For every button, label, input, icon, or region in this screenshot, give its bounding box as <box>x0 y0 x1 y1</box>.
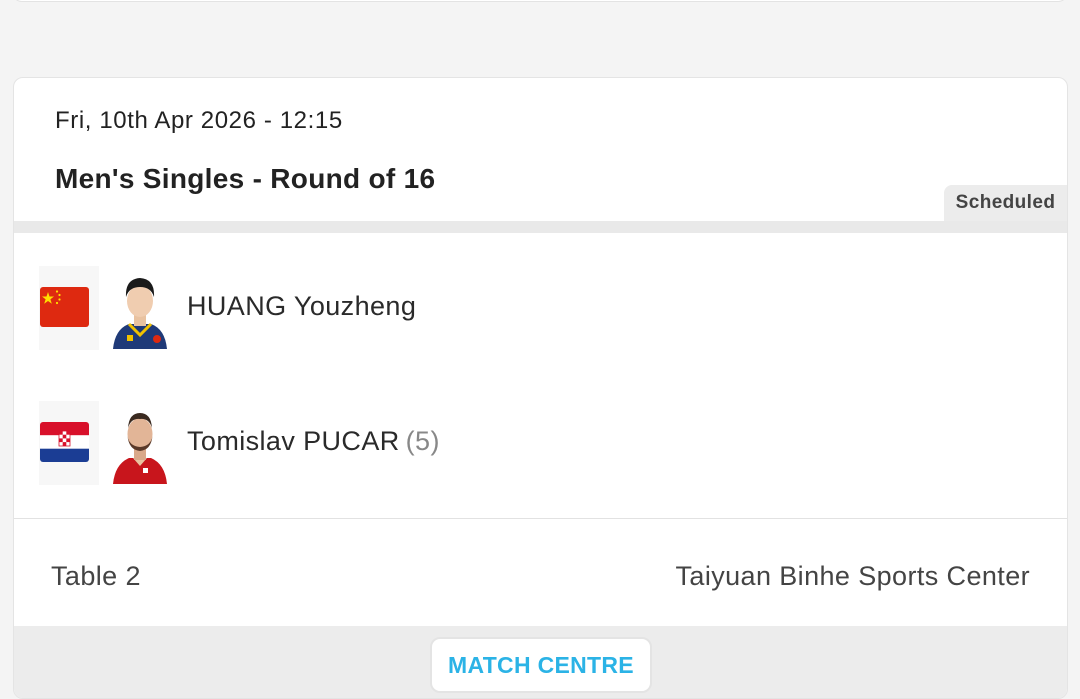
player-row[interactable]: HUANG Youzheng <box>14 263 1067 353</box>
table-label: Table 2 <box>51 561 141 591</box>
player-row[interactable]: Tomislav PUCAR (5) <box>14 398 1067 488</box>
header-divider <box>14 221 1067 233</box>
player-avatar <box>107 263 173 349</box>
china-flag-icon <box>40 287 89 327</box>
player-name[interactable]: HUANG Youzheng <box>187 291 416 322</box>
match-header: Fri, 10th Apr 2026 - 12:15 Men's Singles… <box>14 78 1067 221</box>
footer-divider <box>14 518 1067 519</box>
croatia-flag-icon <box>40 422 89 462</box>
match-datetime: Fri, 10th Apr 2026 - 12:15 <box>55 107 343 134</box>
venue-label: Taiyuan Binhe Sports Center <box>675 561 1030 591</box>
player-name[interactable]: Tomislav PUCAR (5) <box>187 426 440 457</box>
flag-container <box>39 401 99 485</box>
match-centre-button[interactable]: MATCH CENTRE <box>430 637 652 693</box>
event-title: Men's Singles - Round of 16 <box>55 163 436 194</box>
player-name-text: Tomislav PUCAR <box>187 426 400 456</box>
status-badge: Scheduled <box>944 185 1067 221</box>
player-avatar <box>107 398 173 484</box>
flag-container <box>39 266 99 350</box>
previous-match-card <box>12 0 1068 2</box>
player-name-text: HUANG Youzheng <box>187 291 417 321</box>
player-seed: (5) <box>405 426 440 456</box>
match-card[interactable]: Fri, 10th Apr 2026 - 12:15 Men's Singles… <box>13 77 1068 699</box>
